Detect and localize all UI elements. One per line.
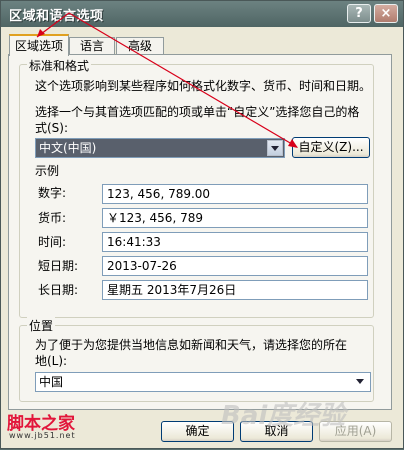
help-button[interactable]: ? [347,4,371,23]
example-currency-label: 货币: [38,211,67,225]
tab-language[interactable]: 语言 [69,37,115,55]
location-group-label: 位置 [27,317,56,334]
location-select[interactable]: 中国 [35,372,371,392]
chevron-down-icon[interactable] [267,140,283,156]
window-title: 区域和语言选项 [9,9,104,24]
example-long-date-label: 长日期: [38,283,79,297]
watermark-baidu: Bai度经验 [221,401,346,431]
customize-button[interactable]: 自定义(Z)... [292,137,370,158]
example-currency-value: ￥123, 456, 789 [102,208,368,228]
tab-regional-options[interactable]: 区域选项 [9,34,69,56]
dialog-window: 区域和语言选项 ? × 语言 高级 标准和格式 这个选项影响到某些程序如何格式化… [0,0,404,449]
example-time-label: 时间: [38,235,67,249]
chevron-down-icon[interactable] [353,374,369,390]
standards-description: 这个选项影响到某些程序如何格式化数字、货币、时间和日期。 [35,79,372,93]
title-bar[interactable]: 区域和语言选项 ? × [1,1,403,27]
example-time-value: 16:41:33 [102,232,368,252]
example-number-value: 123, 456, 789.00 [102,184,368,204]
example-short-date-value: 2013-07-26 [102,256,368,276]
location-description-line1: 为了便于为您提供当地信息如新闻和天气，请选择您的所在 [35,338,348,352]
watermark-site-url: www.jb51.net [9,431,76,440]
standards-instruction-line2: 式(S): [35,121,69,135]
example-short-date-label: 短日期: [38,259,79,273]
examples-label: 示例 [35,164,60,178]
example-number-label: 数字: [38,186,67,200]
locale-select-value: 中文(中国) [39,141,97,155]
standards-group-label: 标准和格式 [27,57,92,74]
close-button[interactable]: × [374,4,398,23]
tab-panel-regional-options: 标准和格式 这个选项影响到某些程序如何格式化数字、货币、时间和日期。 选择一个与… [8,54,392,410]
location-description-line2: 地(L): [35,354,68,368]
location-select-value: 中国 [39,375,64,389]
tab-advanced[interactable]: 高级 [116,37,164,55]
example-long-date-value: 星期五 2013年7月26日 [102,280,368,300]
locale-select[interactable]: 中文(中国) [35,138,285,158]
standards-instruction-line1: 选择一个与其首选项匹配的项或单击“自定义”选择您自己的格 [35,105,360,119]
